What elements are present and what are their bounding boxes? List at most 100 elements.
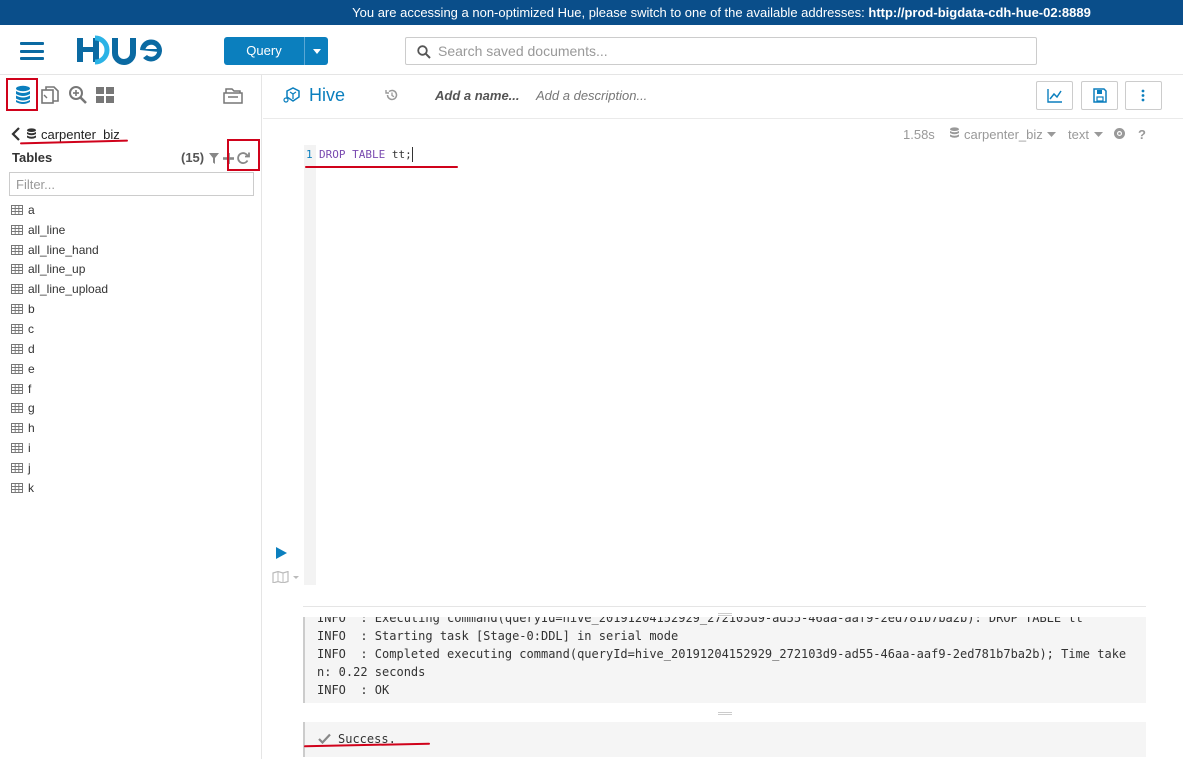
code-keyword: DROP TABLE: [319, 148, 386, 161]
table-list-item[interactable]: j: [11, 458, 251, 478]
table-name: d: [28, 341, 35, 356]
table-grid-icon: [11, 363, 23, 374]
assist-panel-tabs: [0, 75, 262, 115]
editor-type-label: Hive: [309, 84, 346, 105]
editor-type-title: Hive: [283, 83, 345, 107]
dashboard-grid-icon[interactable]: [94, 84, 116, 106]
table-name: k: [28, 480, 34, 495]
table-list-item[interactable]: k: [11, 478, 251, 498]
table-list-item[interactable]: g: [11, 398, 251, 418]
save-icon: [1093, 88, 1107, 103]
filter-icon[interactable]: [209, 153, 219, 164]
table-name: all_line_hand: [28, 242, 99, 257]
hue-logo[interactable]: [75, 35, 165, 65]
database-selector-icon: [950, 127, 959, 138]
query-description-field[interactable]: Add a description...: [536, 88, 647, 103]
table-grid-icon: [11, 343, 23, 354]
table-list-item[interactable]: all_line_up: [11, 260, 251, 280]
results-resizer[interactable]: [303, 706, 1146, 707]
database-icon[interactable]: [12, 84, 34, 106]
table-list-item[interactable]: all_line: [11, 220, 251, 240]
help-icon[interactable]: ?: [1138, 127, 1146, 143]
resize-grip-icon[interactable]: [718, 712, 732, 715]
table-list-item[interactable]: c: [11, 319, 251, 339]
table-grid-icon: [11, 204, 23, 215]
resize-grip-icon[interactable]: [718, 613, 732, 616]
run-play-icon[interactable]: [276, 547, 287, 559]
table-grid-icon: [11, 224, 23, 235]
more-vertical-icon: [1141, 89, 1145, 102]
folder-inbox-icon[interactable]: [222, 84, 244, 106]
table-list-item[interactable]: e: [11, 359, 251, 379]
table-list-item[interactable]: h: [11, 418, 251, 438]
table-grid-icon: [11, 383, 23, 394]
table-list-item[interactable]: a: [11, 200, 251, 220]
table-name: f: [28, 381, 32, 396]
banner-text: You are accessing a non-optimized Hue, p…: [352, 5, 865, 20]
tables-count: (15): [181, 150, 205, 165]
history-icon[interactable]: [385, 88, 399, 102]
text-cursor: [412, 147, 413, 162]
table-list-item[interactable]: all_line_upload: [11, 279, 251, 299]
line-number: 1: [306, 148, 313, 161]
table-name: b: [28, 302, 35, 317]
table-grid-icon: [11, 423, 23, 434]
table-list-item[interactable]: f: [11, 379, 251, 399]
chevron-down-icon[interactable]: [1047, 132, 1056, 138]
table-list-item[interactable]: d: [11, 339, 251, 359]
table-grid-icon: [11, 304, 23, 315]
hive-bee-icon: [283, 87, 300, 103]
query-dropdown-caret-icon[interactable]: [304, 37, 328, 65]
table-name: g: [28, 401, 35, 416]
banner-address-link[interactable]: http://prod-bigdata-cdh-hue-02:8889: [868, 5, 1090, 20]
format-selector[interactable]: text: [1068, 127, 1089, 143]
table-grid-icon: [11, 482, 23, 493]
query-name-field[interactable]: Add a name...: [435, 88, 520, 103]
log-text: INFO : Executing command(queryId=hive_20…: [317, 617, 1126, 699]
more-options-button[interactable]: [1125, 81, 1162, 110]
editor-gutter: [304, 145, 316, 585]
documents-icon[interactable]: [39, 84, 61, 106]
search-zoom-icon[interactable]: [67, 84, 89, 106]
table-name: all_line_up: [28, 262, 86, 277]
line-chart-icon: [1047, 89, 1062, 103]
left-assist-panel: carpenter_biz Tables (15) aall_lineall_l…: [0, 75, 262, 759]
editor-header: Hive Add a name... Add a description...: [263, 75, 1183, 119]
table-grid-icon: [11, 244, 23, 255]
top-navbar: Query: [0, 25, 1183, 75]
result-status: Success.: [303, 722, 1146, 757]
logs-resizer[interactable]: [303, 606, 1146, 607]
chart-button[interactable]: [1036, 81, 1073, 110]
code-editor[interactable]: DROP TABLE tt;: [319, 148, 412, 161]
database-selector[interactable]: carpenter_biz: [964, 127, 1043, 143]
tables-label: Tables: [12, 150, 53, 165]
annotation-box: [227, 139, 260, 171]
table-filter-input[interactable]: [10, 173, 253, 195]
log-line: INFO : Executing command(queryId=hive_20…: [317, 617, 1083, 625]
tables-header: Tables (15): [12, 150, 252, 168]
settings-gear-icon[interactable]: [1113, 127, 1126, 140]
query-map-icon[interactable]: [272, 571, 300, 583]
annotation-underline: [305, 166, 458, 168]
table-grid-icon: [11, 462, 23, 473]
query-button-label: Query: [246, 43, 282, 58]
check-icon: [318, 733, 331, 744]
search-input[interactable]: [438, 41, 1028, 61]
back-chevron-icon[interactable]: [10, 125, 22, 143]
table-list-item[interactable]: all_line_hand: [11, 240, 251, 260]
table-list-item[interactable]: b: [11, 299, 251, 319]
code-text: tt;: [385, 148, 412, 161]
table-grid-icon: [11, 323, 23, 334]
save-button[interactable]: [1081, 81, 1118, 110]
table-name: j: [28, 460, 31, 475]
log-line: INFO : Completed executing command(query…: [317, 647, 1127, 661]
chevron-down-icon[interactable]: [1094, 132, 1103, 138]
query-button[interactable]: Query: [224, 37, 328, 65]
hamburger-menu-icon[interactable]: [20, 42, 44, 60]
table-name: h: [28, 421, 35, 436]
table-name: c: [28, 321, 34, 336]
database-small-icon: [27, 128, 36, 139]
table-list-item[interactable]: i: [11, 438, 251, 458]
execution-time: 1.58s: [903, 127, 935, 142]
table-name: all_line: [28, 222, 66, 237]
